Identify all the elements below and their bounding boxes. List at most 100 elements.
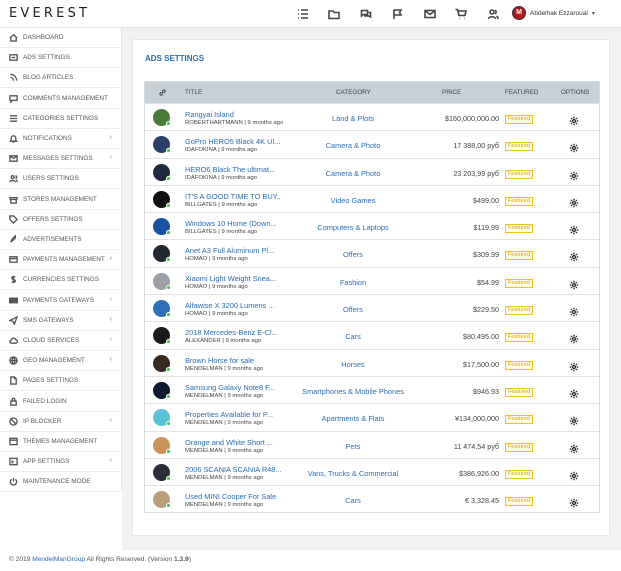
ad-user[interactable]: IDAFOKINA: [185, 147, 216, 153]
sidebar-item-failed-login[interactable]: FAILED LOGIN: [0, 392, 122, 412]
users-icon[interactable]: [487, 7, 501, 21]
ad-title-link[interactable]: 2006 SCANIA SCANIA R48...: [185, 465, 281, 474]
ad-title-link[interactable]: GoPro HERO5 Black 4K Ul...: [185, 137, 281, 146]
ad-user[interactable]: MENDELMAN: [185, 393, 223, 399]
ad-category-link[interactable]: Computers & Laptops: [288, 223, 418, 232]
chat-icon[interactable]: [360, 7, 374, 21]
ad-title-link[interactable]: Used MINI Cooper For Sale: [185, 492, 281, 501]
ad-user[interactable]: MENDELMAN: [185, 366, 223, 372]
sidebar-item-pages-settings[interactable]: PAGES SETTINGS: [0, 371, 122, 392]
ad-category-link[interactable]: Apartments & Flats: [288, 414, 418, 423]
ad-title-link[interactable]: IT'S A GOOD TIME TO BUY...: [185, 192, 281, 201]
sidebar-item-users-settings[interactable]: USERS SETTINGS: [0, 169, 122, 190]
ad-user[interactable]: HOMAO: [185, 284, 207, 290]
ad-user[interactable]: HOMAO: [185, 256, 207, 262]
ad-title-link[interactable]: Properties Available for P...: [185, 410, 281, 419]
ad-user[interactable]: BILLGATES: [185, 229, 217, 235]
folder-icon[interactable]: [328, 7, 342, 21]
gear-icon[interactable]: [569, 113, 579, 126]
sidebar-item-payments-gateways[interactable]: PAYMENTS GATEWAYS ‹: [0, 291, 122, 311]
ad-title-link[interactable]: Orange and White Short ...: [185, 438, 281, 447]
ad-title-link[interactable]: Alfawise X 3200 Lumens ...: [185, 301, 281, 310]
gear-icon[interactable]: [569, 277, 579, 289]
ad-user[interactable]: MENDELMAN: [185, 420, 223, 426]
sidebar-item-ip-blocker[interactable]: IP BLOCKER ‹: [0, 412, 122, 432]
ad-user[interactable]: MENDELMAN: [185, 475, 223, 481]
list-icon[interactable]: [297, 7, 311, 21]
ad-category-link[interactable]: Horses: [288, 360, 418, 369]
flag-icon[interactable]: [392, 7, 406, 21]
ad-user[interactable]: ALEXANDER: [185, 338, 221, 344]
gear-icon[interactable]: [569, 140, 579, 153]
ad-title-link[interactable]: HERO6 Black The ultimat...: [185, 165, 281, 174]
header-title[interactable]: TITLE: [185, 89, 202, 96]
gear-icon[interactable]: [569, 386, 579, 399]
sidebar-item-offers-settings[interactable]: OFFERS SETTINGS: [0, 210, 122, 230]
sidebar-item-advertisements[interactable]: ADVERTISEMENTS: [0, 230, 122, 250]
header-price[interactable]: PRICE: [442, 89, 461, 96]
brand-logo[interactable]: EVEREST: [9, 6, 90, 21]
ad-user[interactable]: ROBERTHARTMANN: [185, 120, 243, 126]
gear-icon[interactable]: [569, 441, 579, 453]
gear-icon[interactable]: [569, 468, 579, 481]
ad-title-link[interactable]: 2018 Mercedes-Benz E-Cl...: [185, 328, 281, 337]
user-menu[interactable]: M Abdelhak Ezzaroual ▾: [512, 6, 595, 20]
sidebar-item-sms-gateways[interactable]: SMS GATEWAYS ‹: [0, 311, 122, 331]
sidebar-item-dashboard[interactable]: DASHBOARD: [0, 28, 122, 48]
ad-title-link[interactable]: Xiaomi Light Weight Snea...: [185, 274, 281, 283]
ad-title-link[interactable]: Samsung Galaxy Note8 F...: [185, 383, 281, 392]
ad-category-link[interactable]: Offers: [288, 250, 418, 259]
gear-icon[interactable]: [569, 359, 579, 371]
ad-title-link[interactable]: Brown Horse for sale: [185, 356, 281, 365]
online-status-dot: [166, 257, 171, 263]
sidebar-item-ads-settings[interactable]: ADS SETTINGS: [0, 48, 122, 69]
gear-icon[interactable]: [569, 168, 579, 180]
ad-title-link[interactable]: Rangyai Island: [185, 110, 281, 119]
sidebar-item-themes-management[interactable]: THEMES MANAGEMENT: [0, 432, 122, 452]
ad-title-link[interactable]: Windows 10 Home (Down...: [185, 219, 281, 228]
sidebar-item-stores-management[interactable]: STORES MANAGEMENT: [0, 190, 122, 210]
ad-category-link[interactable]: Cars: [288, 496, 418, 505]
ad-user[interactable]: MENDELMAN: [185, 448, 223, 454]
gear-icon[interactable]: [569, 331, 579, 344]
ad-category-link[interactable]: Cars: [288, 332, 418, 341]
sidebar-item-messages-settings[interactable]: MESSAGES SETTINGS ‹: [0, 149, 122, 170]
sidebar-item-label: SMS GATEWAYS: [23, 316, 74, 324]
ad-category-link[interactable]: Vans, Trucks & Commercial: [288, 469, 418, 478]
sidebar-item-maintenance-mode[interactable]: MAINTENANCE MODE: [0, 472, 122, 493]
ad-category-link[interactable]: Fashion: [288, 278, 418, 287]
ad-category-link[interactable]: Pets: [288, 442, 418, 451]
sidebar-item-geo-management[interactable]: GEO MANAGEMENT ‹: [0, 351, 122, 372]
sidebar-item-comments-management[interactable]: COMMENTS MANAGEMENT: [0, 89, 122, 109]
ad-user[interactable]: HOMAO: [185, 311, 207, 317]
ad-user[interactable]: IDAFOKINA: [185, 175, 216, 181]
ad-category-link[interactable]: Camera & Photo: [288, 141, 418, 150]
mail-icon[interactable]: [424, 7, 438, 21]
sidebar-item-payments-management[interactable]: PAYMENTS MANAGEMENT ‹: [0, 250, 122, 271]
ad-category-link[interactable]: Video Games: [288, 196, 418, 205]
gear-icon[interactable]: [569, 249, 579, 262]
ad-user[interactable]: BILLGATES: [185, 202, 217, 208]
header-featured[interactable]: FEATURED: [505, 89, 538, 96]
gear-icon[interactable]: [569, 304, 579, 317]
ad-category-link[interactable]: Smartphones & Mobile Phones: [288, 387, 418, 396]
ad-category-link[interactable]: Camera & Photo: [288, 169, 418, 178]
sidebar-item-label: THEMES MANAGEMENT: [23, 438, 98, 445]
gear-icon[interactable]: [569, 222, 579, 235]
ad-title-link[interactable]: Anet A3 Full Aluminum Pl...: [185, 246, 281, 255]
sidebar-item-notifications[interactable]: NOTIFICATIONS ‹: [0, 129, 122, 149]
ad-category-link[interactable]: Land & Plots: [288, 114, 418, 123]
sidebar-item-blog-articles[interactable]: BLOG ARTICLES: [0, 68, 122, 89]
sidebar-item-cloud-services[interactable]: CLOUD SERVICES ‹: [0, 331, 122, 351]
sidebar-item-currencies-settings[interactable]: CURRENCIES SETTINGS: [0, 270, 122, 291]
gear-icon[interactable]: [569, 195, 579, 208]
gear-icon[interactable]: [569, 495, 579, 508]
sidebar-item-app-settings[interactable]: APP SETTINGS ‹: [0, 452, 122, 473]
cart-icon[interactable]: [455, 7, 469, 21]
footer-company-link[interactable]: MendelManGroup: [32, 556, 85, 563]
sidebar-item-categories-settings[interactable]: CATEGORIES SETTINGS: [0, 109, 122, 129]
ad-category-link[interactable]: Offers: [288, 305, 418, 314]
header-category[interactable]: CATEGORY: [336, 89, 371, 96]
gear-icon[interactable]: [569, 413, 579, 426]
ad-user[interactable]: MENDELMAN: [185, 502, 223, 508]
